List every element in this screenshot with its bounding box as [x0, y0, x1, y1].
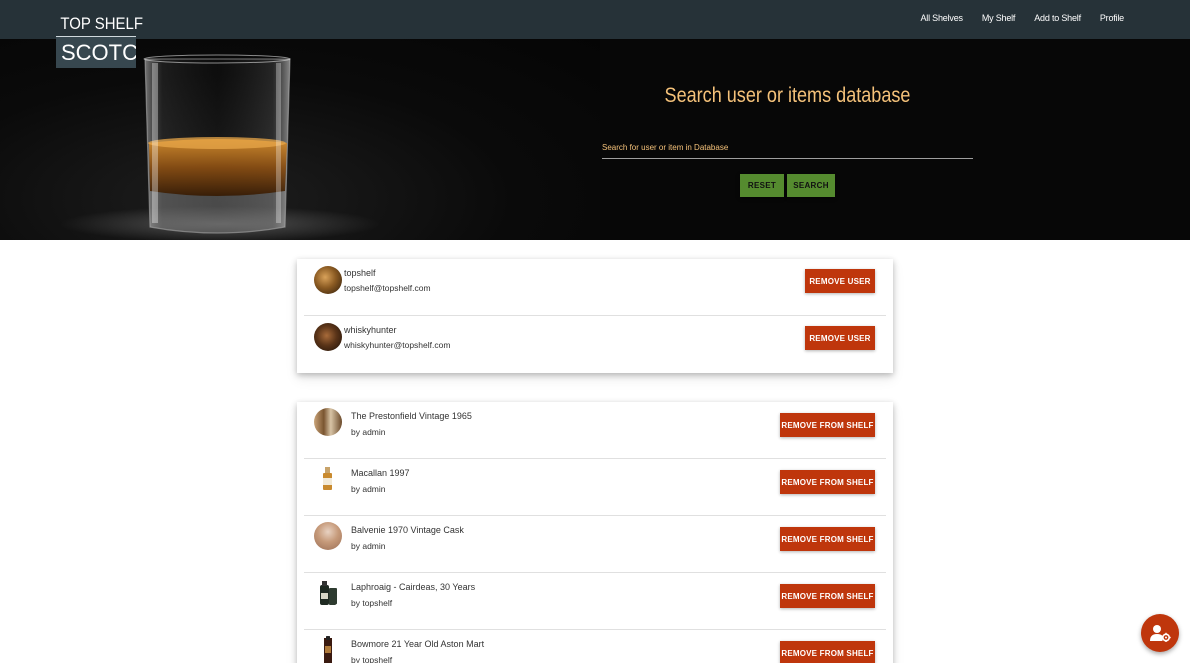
user-row: topshelf topshelf@topshelf.com REMOVE US…: [304, 259, 886, 316]
logo-line1: TOP SHELF: [60, 14, 143, 33]
item-owner: by admin: [351, 541, 386, 551]
item-owner: by admin: [351, 484, 386, 494]
users-card: topshelf topshelf@topshelf.com REMOVE US…: [297, 259, 893, 373]
item-row: Balvenie 1970 Vintage Cask by admin REMO…: [304, 516, 886, 573]
item-row: Macallan 1997 by admin REMOVE FROM SHELF: [304, 459, 886, 516]
item-name: The Prestonfield Vintage 1965: [351, 411, 472, 421]
item-name: Laphroaig - Cairdeas, 30 Years: [351, 582, 476, 592]
item-image: [314, 636, 342, 663]
search-button[interactable]: SEARCH: [787, 174, 835, 197]
page: All Shelves My Shelf Add to Shelf Profil…: [0, 0, 1190, 663]
remove-from-shelf-button[interactable]: REMOVE FROM SHELF: [780, 470, 875, 494]
user-row: whiskyhunter whiskyhunter@topshelf.com R…: [304, 316, 886, 373]
remove-from-shelf-button[interactable]: REMOVE FROM SHELF: [780, 527, 875, 551]
user-email: whiskyhunter@topshelf.com: [344, 340, 451, 350]
remove-user-button[interactable]: REMOVE USER: [805, 269, 875, 293]
item-name: Bowmore 21 Year Old Aston Mart: [351, 639, 485, 649]
item-image: [314, 522, 342, 550]
logo[interactable]: TOP SHELF SCOTCH: [56, 12, 155, 68]
item-name: Macallan 1997: [351, 468, 410, 478]
whisky-glass-image: [60, 54, 380, 240]
item-image: [314, 408, 342, 436]
user-username: topshelf: [344, 268, 376, 278]
user-email: topshelf@topshelf.com: [344, 283, 431, 293]
user-avatar: [314, 323, 342, 351]
item-image: [314, 465, 342, 493]
remove-from-shelf-button[interactable]: REMOVE FROM SHELF: [780, 413, 875, 437]
user-avatar: [314, 266, 342, 294]
nav-links: All Shelves My Shelf Add to Shelf Profil…: [920, 13, 1124, 23]
remove-from-shelf-button[interactable]: REMOVE FROM SHELF: [780, 584, 875, 608]
item-name: Balvenie 1970 Vintage Cask: [351, 525, 464, 535]
remove-from-shelf-button[interactable]: REMOVE FROM SHELF: [780, 641, 875, 663]
item-owner: by topshelf: [351, 598, 393, 608]
reset-button[interactable]: RESET: [740, 174, 784, 197]
remove-user-button[interactable]: REMOVE USER: [805, 326, 875, 350]
item-image: [314, 579, 342, 607]
logo-line2: SCOTCH: [56, 36, 136, 68]
hero-title: Search user or items database: [664, 84, 911, 107]
nav-profile[interactable]: Profile: [1100, 13, 1124, 23]
nav-my-shelf[interactable]: My Shelf: [982, 13, 1016, 23]
item-owner: by admin: [351, 427, 386, 437]
item-row: Laphroaig - Cairdeas, 30 Years by topshe…: [304, 573, 886, 630]
item-row: Bowmore 21 Year Old Aston Mart by topshe…: [304, 630, 886, 663]
items-card: The Prestonfield Vintage 1965 by admin R…: [297, 402, 893, 663]
item-owner: by topshelf: [351, 655, 393, 663]
top-nav: All Shelves My Shelf Add to Shelf Profil…: [0, 0, 1190, 39]
user-cog-icon: [1150, 625, 1171, 642]
admin-fab-button[interactable]: [1141, 614, 1179, 652]
hero-banner: Search user or items database RESET SEAR…: [0, 39, 1190, 240]
nav-add-to-shelf[interactable]: Add to Shelf: [1034, 13, 1081, 23]
user-username: whiskyhunter: [344, 325, 397, 335]
item-row: The Prestonfield Vintage 1965 by admin R…: [304, 402, 886, 459]
search-input[interactable]: [602, 137, 973, 159]
nav-all-shelves[interactable]: All Shelves: [920, 13, 963, 23]
